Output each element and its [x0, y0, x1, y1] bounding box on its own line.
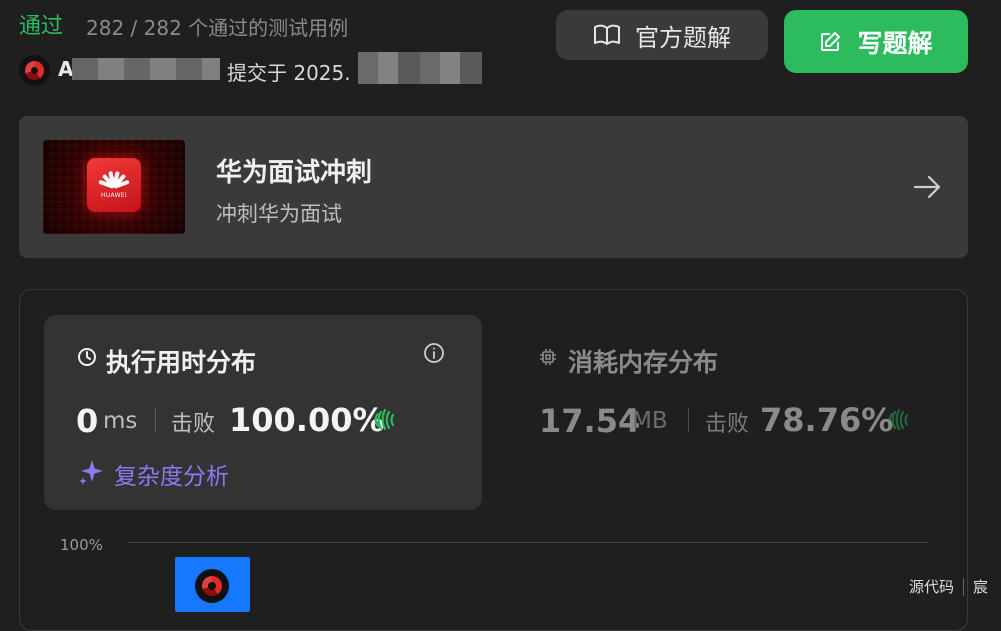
redacted-timestamp [358, 52, 482, 84]
testcase-count: 282 / 282 个通过的测试用例 [86, 16, 349, 40]
y-axis-label-top: 100% [60, 536, 103, 554]
submission-status: 通过 [19, 14, 64, 39]
official-solution-button[interactable]: 官方题解 [556, 10, 768, 60]
edit-icon [821, 31, 841, 51]
official-solution-label: 官方题解 [635, 23, 731, 52]
runtime-beats-percent: 100.00% [229, 401, 385, 439]
footer-divider [963, 578, 964, 596]
sparkle-icon [79, 460, 103, 485]
banner-subtitle: 冲刺华为面试 [216, 202, 342, 226]
info-icon[interactable] [423, 342, 445, 364]
memory-beats-label: 击败 [705, 412, 750, 437]
runtime-unit: ms [103, 408, 138, 434]
divider [688, 408, 689, 432]
write-solution-label: 写题解 [857, 28, 933, 58]
your-submission-bar[interactable] [175, 557, 250, 612]
bar-avatar [195, 569, 229, 603]
huawei-logo: HUAWEI [87, 158, 141, 212]
memory-beats-percent: 78.76% [760, 401, 894, 439]
runtime-value: 0 [76, 402, 99, 440]
footer-source-label[interactable]: 源代码 [909, 576, 954, 597]
book-icon [594, 24, 620, 45]
footer-name: 宸 [973, 578, 989, 596]
runtime-title: 执行用时分布 [106, 348, 257, 377]
complexity-analysis-link[interactable]: 复杂度分析 [114, 457, 229, 491]
clock-icon [78, 348, 96, 366]
submitted-time: 提交于 2025. [227, 61, 351, 85]
memory-value: 17.54 [539, 402, 641, 440]
user-avatar[interactable] [19, 55, 50, 86]
redacted-username [72, 58, 220, 80]
write-solution-button[interactable]: 写题解 [784, 10, 968, 73]
chart-gridline [128, 542, 928, 543]
runtime-beats-label: 击败 [171, 412, 216, 437]
clap-icon [888, 408, 909, 431]
memory-title[interactable]: 消耗内存分布 [568, 343, 718, 379]
huawei-banner-image: HUAWEI [43, 140, 185, 234]
banner-title: 华为面试冲刺 [216, 158, 373, 188]
memory-unit: MB [632, 408, 668, 434]
clap-icon [374, 408, 395, 431]
divider [155, 408, 156, 432]
arrow-right-icon[interactable] [912, 172, 942, 202]
memory-chip-icon [540, 349, 556, 365]
